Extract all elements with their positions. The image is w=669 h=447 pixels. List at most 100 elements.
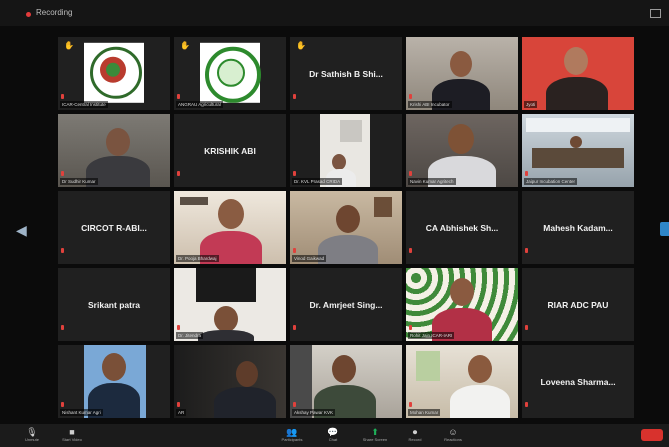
participant-name: Dr. Jitendra (176, 332, 204, 339)
muted-mic-icon (177, 402, 180, 407)
toolbar-label: Record (408, 437, 422, 442)
raised-hand-icon: ✋ (180, 41, 190, 50)
toolbar-label: Start Video (62, 437, 82, 442)
muted-mic-icon (293, 325, 296, 330)
participant-tile[interactable]: Krishi ABI Incubator (406, 37, 518, 110)
participant-name: Jyoti (524, 101, 538, 108)
muted-mic-icon (525, 171, 528, 176)
participants-button[interactable]: 👥 Participants (272, 427, 312, 443)
previous-page-arrow-icon[interactable]: ◀ (16, 222, 27, 239)
participant-display-name: Dr. Amrjeet Sing... (309, 299, 383, 310)
participant-tile[interactable]: Vinod Gaikwad (290, 191, 402, 264)
participant-tile[interactable]: Mahesh Kadam... (522, 191, 634, 264)
participant-name: Dr. KVL Prasad CRIDA (292, 178, 343, 185)
participant-name: ICAR-Central Institute (60, 101, 108, 108)
video-icon: ■ (69, 427, 75, 437)
participant-tile[interactable]: RIAR ADC PAU (522, 268, 634, 341)
participant-tile[interactable]: ✋ ICAR-Central Institute (58, 37, 170, 110)
participant-display-name: Mahesh Kadam... (543, 222, 613, 233)
muted-mic-icon (525, 248, 528, 253)
participant-tile[interactable]: Srikant patra (58, 268, 170, 341)
participant-tile[interactable]: Dr. Amrjeet Sing... (290, 268, 402, 341)
participant-tile[interactable]: Navin Kumar Agritech (406, 114, 518, 187)
participant-tile[interactable]: Akshay Pawar KVK (290, 345, 402, 418)
muted-mic-icon (409, 402, 412, 407)
participant-tile[interactable]: ✋ Dr Sathish B Shi... (290, 37, 402, 110)
fullscreen-icon[interactable] (650, 9, 661, 18)
next-page-arrow-icon[interactable] (660, 222, 669, 236)
end-meeting-button[interactable] (641, 429, 663, 441)
participant-name: Dr. Pooja Bhardwaj (176, 255, 219, 262)
toolbar-label: Share Screen (362, 437, 388, 442)
share-screen-button[interactable]: ⬆ Share Screen (356, 427, 394, 443)
muted-mic-icon (525, 94, 528, 99)
participant-tile[interactable]: Loveena Sharma... (522, 345, 634, 418)
active-speaker-tile[interactable]: Dr. Pooja Bhardwaj (174, 191, 286, 264)
participant-name: Jaipur Incubation Center (524, 178, 578, 185)
start-video-button[interactable]: ■ Start Video (52, 427, 92, 443)
toolbar-label: Unmute (24, 437, 39, 442)
recording-indicator-icon (26, 12, 31, 17)
toolbar-label: Reactions (444, 437, 462, 442)
participant-name: Rohit Jain ICAR-IARI (408, 332, 455, 339)
raised-hand-icon: ✋ (296, 41, 306, 50)
participant-display-name: Srikant patra (88, 299, 140, 310)
muted-mic-icon (525, 325, 528, 330)
participant-tile[interactable]: Jyoti (522, 37, 634, 110)
participant-display-name: CA Abhishek Sh... (425, 222, 499, 233)
muted-mic-icon (525, 402, 528, 407)
participant-tile[interactable]: ✋ ANGRAU Agricultural (174, 37, 286, 110)
participant-tile[interactable]: Jaipur Incubation Center (522, 114, 634, 187)
muted-mic-icon (293, 402, 296, 407)
participant-tile[interactable]: CA Abhishek Sh... (406, 191, 518, 264)
muted-mic-icon (177, 325, 180, 330)
muted-mic-icon (61, 402, 64, 407)
meeting-top-bar: Recording (0, 0, 669, 26)
raised-hand-icon: ✋ (64, 41, 74, 50)
participant-name: Mohan Kumar (408, 409, 441, 416)
participant-tile[interactable]: Rohit Jain ICAR-IARI (406, 268, 518, 341)
chat-button[interactable]: 💬 Chat (318, 427, 348, 443)
muted-mic-icon (177, 171, 180, 176)
muted-mic-icon (293, 171, 296, 176)
participant-name: Dr Sudhir Kumar (60, 178, 98, 185)
record-button[interactable]: ⏺ Record (400, 427, 430, 443)
participant-display-name: KRISHIK ABI (204, 145, 256, 156)
participant-tile[interactable]: AR (174, 345, 286, 418)
participant-name: Nishant Kumar Agri (60, 409, 103, 416)
participants-icon: 👥 (286, 427, 298, 437)
participant-tile[interactable]: Nishant Kumar Agri (58, 345, 170, 418)
participant-name: AR (176, 409, 187, 416)
institute-logo (84, 42, 144, 103)
participant-display-name: Loveena Sharma... (540, 376, 616, 387)
muted-mic-icon (409, 325, 412, 330)
muted-mic-icon (409, 94, 412, 99)
muted-mic-icon (293, 94, 296, 99)
participant-tile[interactable]: CIRCOT R-ABI... (58, 191, 170, 264)
unmute-button[interactable]: 🎙 Unmute (14, 427, 50, 443)
muted-mic-icon (409, 171, 412, 176)
participant-tile[interactable]: Dr. KVL Prasad CRIDA (290, 114, 402, 187)
participant-tile[interactable]: Dr Sudhir Kumar (58, 114, 170, 187)
toolbar-label: Chat (328, 437, 338, 442)
mic-icon: 🎙 (26, 427, 38, 437)
muted-mic-icon (177, 94, 180, 99)
participant-tile[interactable]: Dr. Jitendra (174, 268, 286, 341)
chat-icon: 💬 (327, 427, 339, 437)
participant-display-name: RIAR ADC PAU (547, 299, 609, 310)
participant-gallery: ✋ ICAR-Central Institute ✋ ANGRAU Agricu… (58, 37, 634, 421)
participant-name: Navin Kumar Agritech (408, 178, 456, 185)
participant-tile[interactable]: Mohan Kumar (406, 345, 518, 418)
muted-mic-icon (61, 248, 64, 253)
toolbar-label: Participants (281, 437, 303, 442)
record-icon: ⏺ (412, 427, 418, 437)
share-screen-icon: ⬆ (371, 427, 379, 437)
participant-tile[interactable]: KRISHIK ABI (174, 114, 286, 187)
participant-display-name: CIRCOT R-ABI... (81, 222, 147, 233)
muted-mic-icon (61, 325, 64, 330)
reactions-button[interactable]: ☺ Reactions (436, 427, 470, 443)
participant-name: Vinod Gaikwad (292, 255, 327, 262)
participant-display-name: Dr Sathish B Shi... (309, 68, 383, 79)
institute-logo (200, 42, 261, 103)
participant-name: Akshay Pawar KVK (292, 409, 336, 416)
